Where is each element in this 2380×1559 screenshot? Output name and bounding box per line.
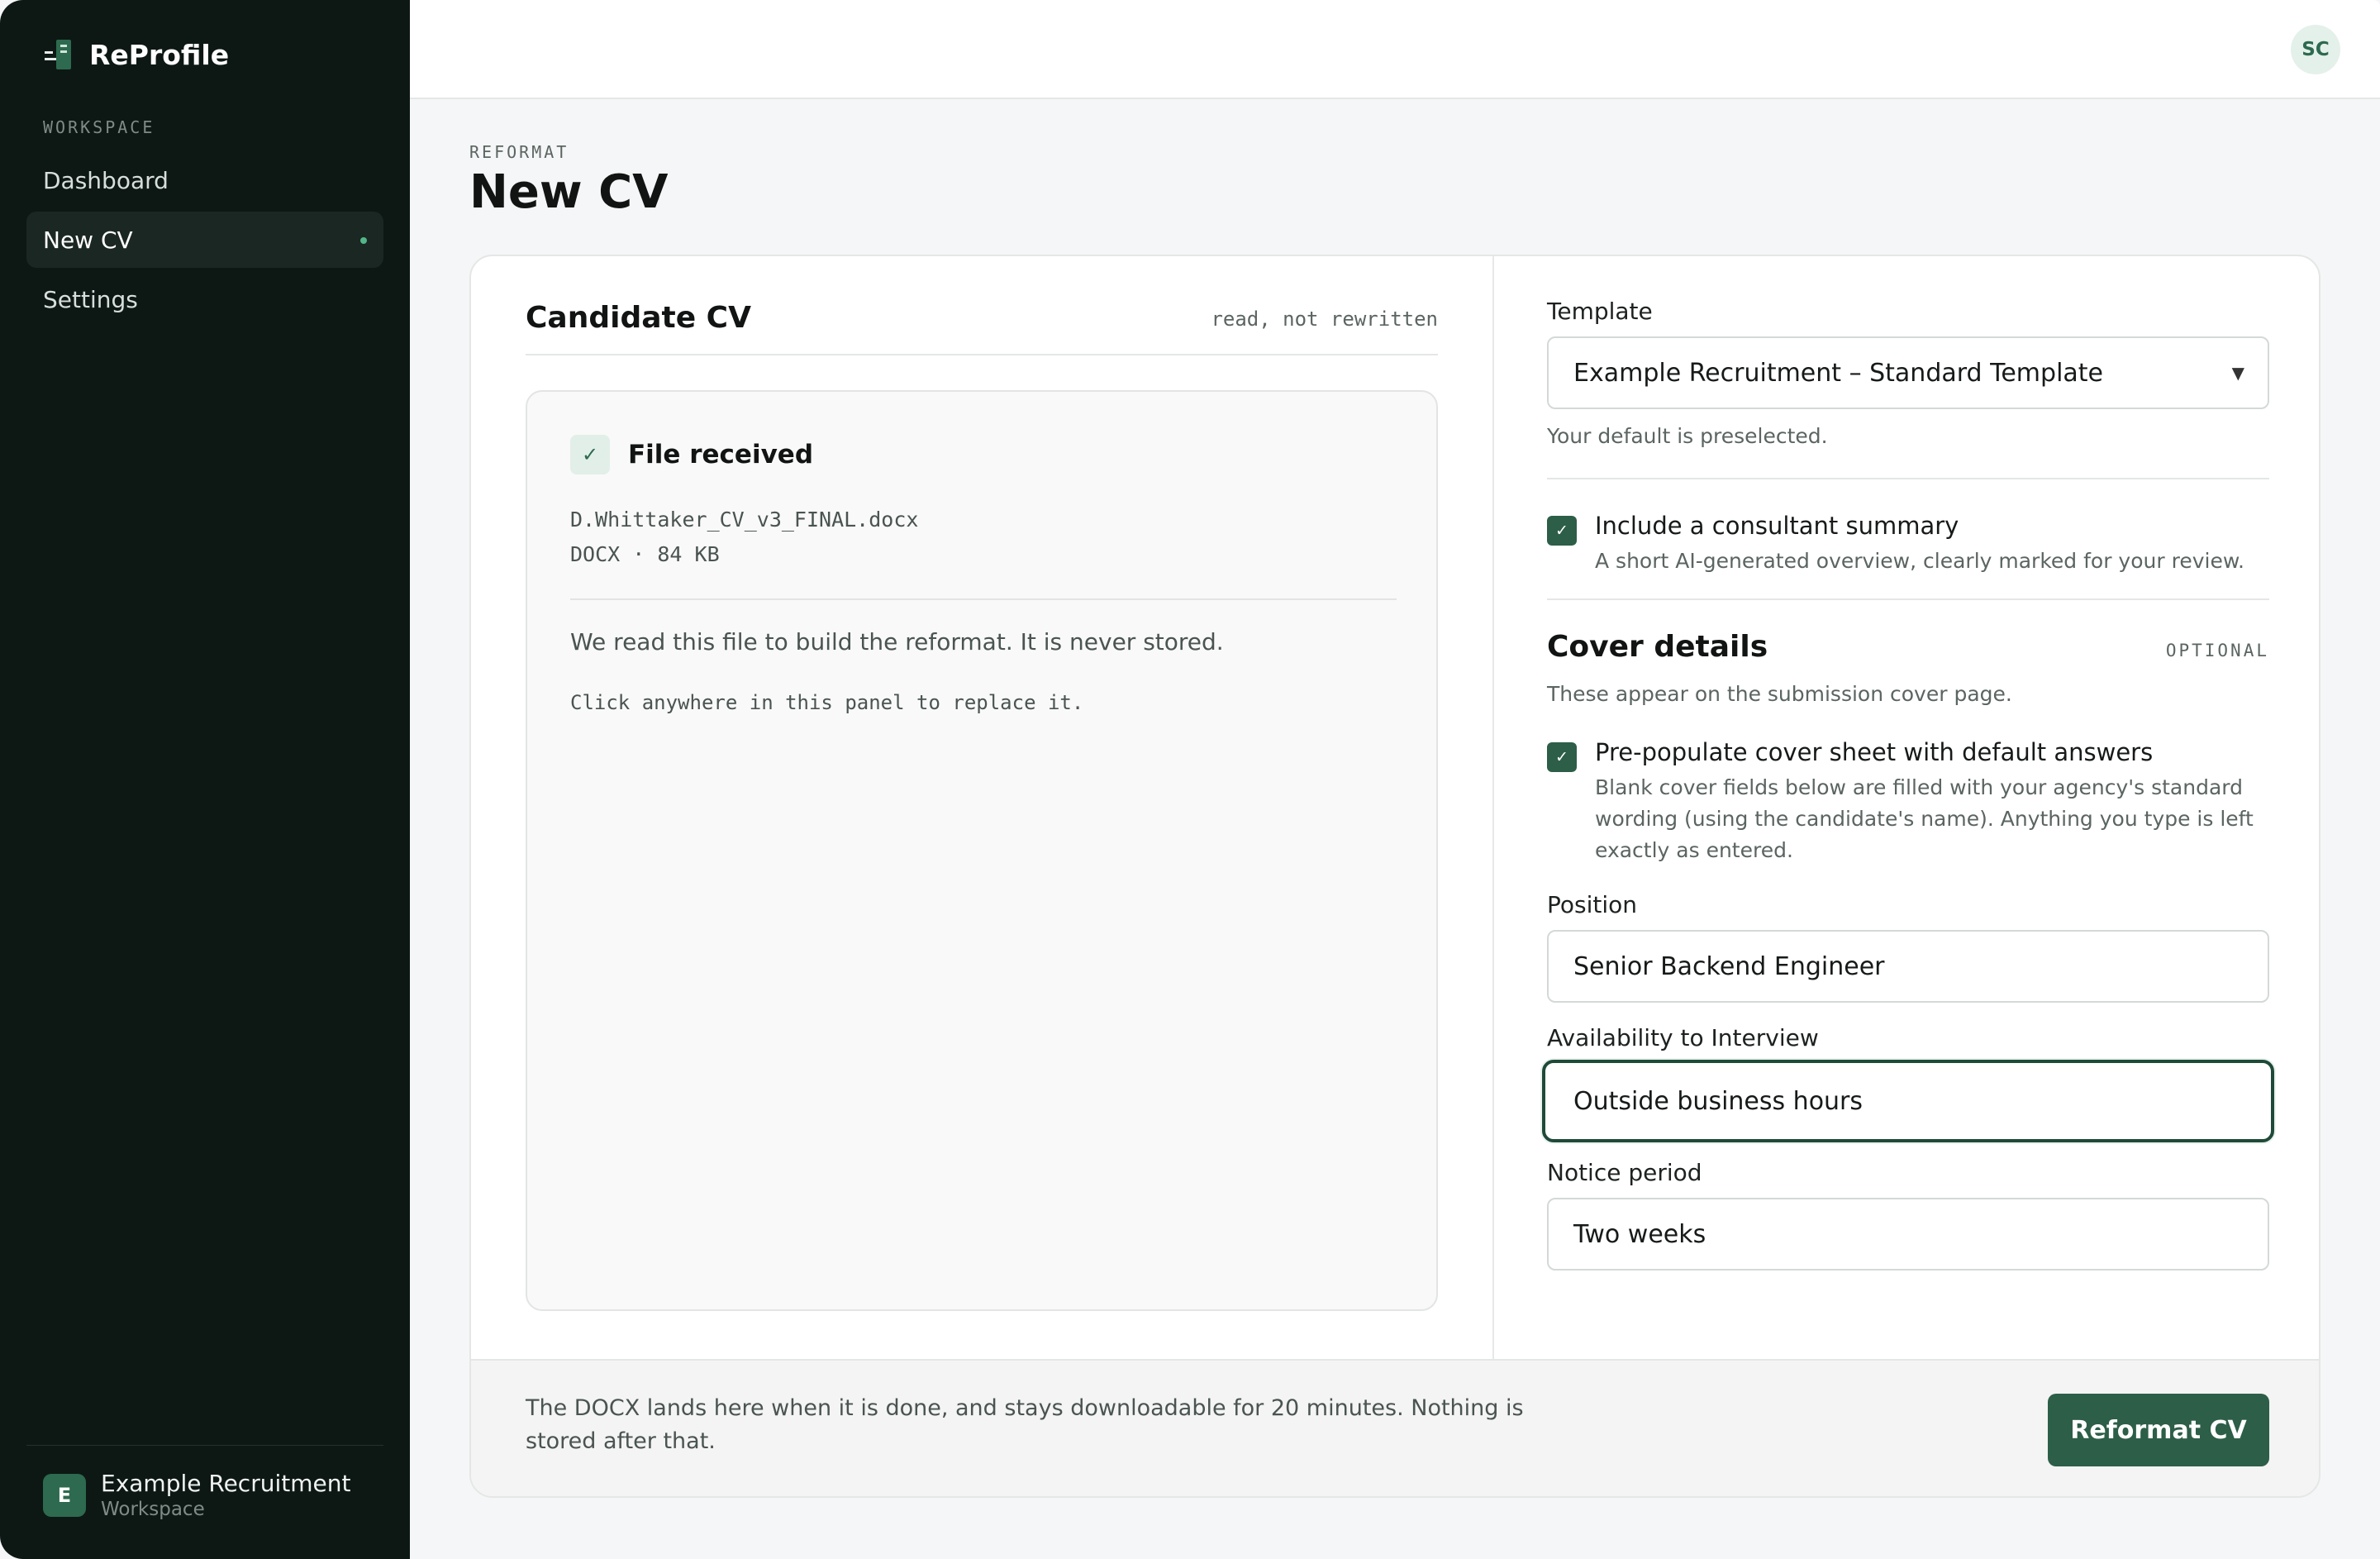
file-drop-panel[interactable]: ✓ File received D.Whittaker_CV_v3_FINAL.… [526, 390, 1438, 1311]
page-title: New CV [469, 165, 669, 219]
reformat-cv-button[interactable]: Reformat CV [2048, 1394, 2269, 1466]
prepopulate-title: Pre-populate cover sheet with default an… [1595, 738, 2154, 766]
cover-title: Cover details [1547, 630, 1768, 664]
workspace-switcher[interactable]: E Example Recruitment Workspace [43, 1470, 350, 1521]
caret-down-icon: ▼ [2231, 363, 2244, 383]
summary-checkbox[interactable]: ✓ [1547, 516, 1577, 546]
prepopulate-option: ✓ Pre-populate cover sheet with default … [1547, 737, 2269, 866]
sidebar-item-new-cv[interactable]: New CV [26, 212, 383, 268]
position-input[interactable]: Senior Backend Engineer [1547, 930, 2269, 1003]
summary-description: A short AI-generated overview, clearly m… [1595, 549, 2244, 573]
availability-label: Availability to Interview [1547, 1024, 1819, 1051]
divider [1547, 598, 2269, 600]
template-select-value: Example Recruitment – Standard Template [1573, 358, 2104, 388]
cover-help: These appear on the submission cover pag… [1547, 682, 2012, 706]
workspace-subtitle: Workspace [101, 1499, 205, 1520]
position-label: Position [1547, 891, 1638, 918]
brand[interactable]: ReProfile [43, 38, 229, 71]
sidebar-item-label: Dashboard [43, 166, 169, 194]
divider [26, 1445, 383, 1446]
sidebar-nav: Dashboard New CV Settings [26, 152, 383, 331]
file-status: ✓ File received [570, 435, 813, 474]
sidebar-item-dashboard[interactable]: Dashboard [26, 152, 383, 208]
summary-option: ✓ Include a consultant summary A short A… [1547, 511, 2269, 577]
file-replace-hint: Click anywhere in this panel to replace … [570, 691, 1084, 714]
template-select[interactable]: Example Recruitment – Standard Template … [1547, 336, 2269, 409]
prepopulate-checkbox[interactable]: ✓ [1547, 742, 1577, 772]
file-name: D.Whittaker_CV_v3_FINAL.docx [570, 508, 919, 532]
column-divider [1492, 256, 1494, 1359]
prepopulate-description: Blank cover fields below are filled with… [1595, 775, 2254, 862]
card-footer: The DOCX lands here when it is done, and… [471, 1359, 2319, 1496]
candidate-header: Candidate CV read, not rewritten [526, 301, 1438, 355]
candidate-note: read, not rewritten [1211, 308, 1438, 331]
sidebar-section-label: WORKSPACE [43, 117, 155, 137]
divider [570, 598, 1397, 600]
optional-badge: OPTIONAL [2165, 641, 2269, 660]
file-meta: DOCX · 84 KB [570, 542, 720, 566]
user-avatar[interactable]: SC [2291, 25, 2340, 74]
notice-period-label: Notice period [1547, 1159, 1702, 1186]
summary-title: Include a consultant summary [1595, 512, 1959, 540]
file-status-label: File received [628, 440, 814, 470]
availability-input[interactable]: Outside business hours [1542, 1060, 2274, 1142]
sidebar-item-label: Settings [43, 285, 138, 313]
file-description: We read this file to build the reformat.… [570, 628, 1224, 656]
reformat-card: Candidate CV read, not rewritten ✓ File … [469, 255, 2320, 1498]
notice-period-input[interactable]: Two weeks [1547, 1198, 2269, 1271]
cover-header: Cover details OPTIONAL [1547, 630, 2269, 664]
logo-icon [43, 38, 73, 71]
topbar: SC [410, 0, 2380, 99]
sidebar-item-settings[interactable]: Settings [26, 271, 383, 327]
divider [1547, 478, 2269, 479]
app-name: ReProfile [89, 38, 230, 71]
template-label: Template [1547, 298, 1653, 325]
check-icon: ✓ [570, 435, 610, 474]
sidebar-item-label: New CV [43, 226, 133, 254]
options-column: Template Example Recruitment – Standard … [1542, 298, 2274, 1271]
active-indicator-dot [360, 237, 367, 244]
workspace-name: Example Recruitment [101, 1470, 351, 1497]
workspace-avatar: E [43, 1474, 86, 1517]
page-eyebrow: REFORMAT [469, 142, 569, 162]
sidebar: ReProfile WORKSPACE Dashboard New CV Set… [0, 0, 410, 1559]
footer-note: The DOCX lands here when it is done, and… [526, 1395, 1524, 1454]
template-help: Your default is preselected. [1547, 424, 1828, 448]
